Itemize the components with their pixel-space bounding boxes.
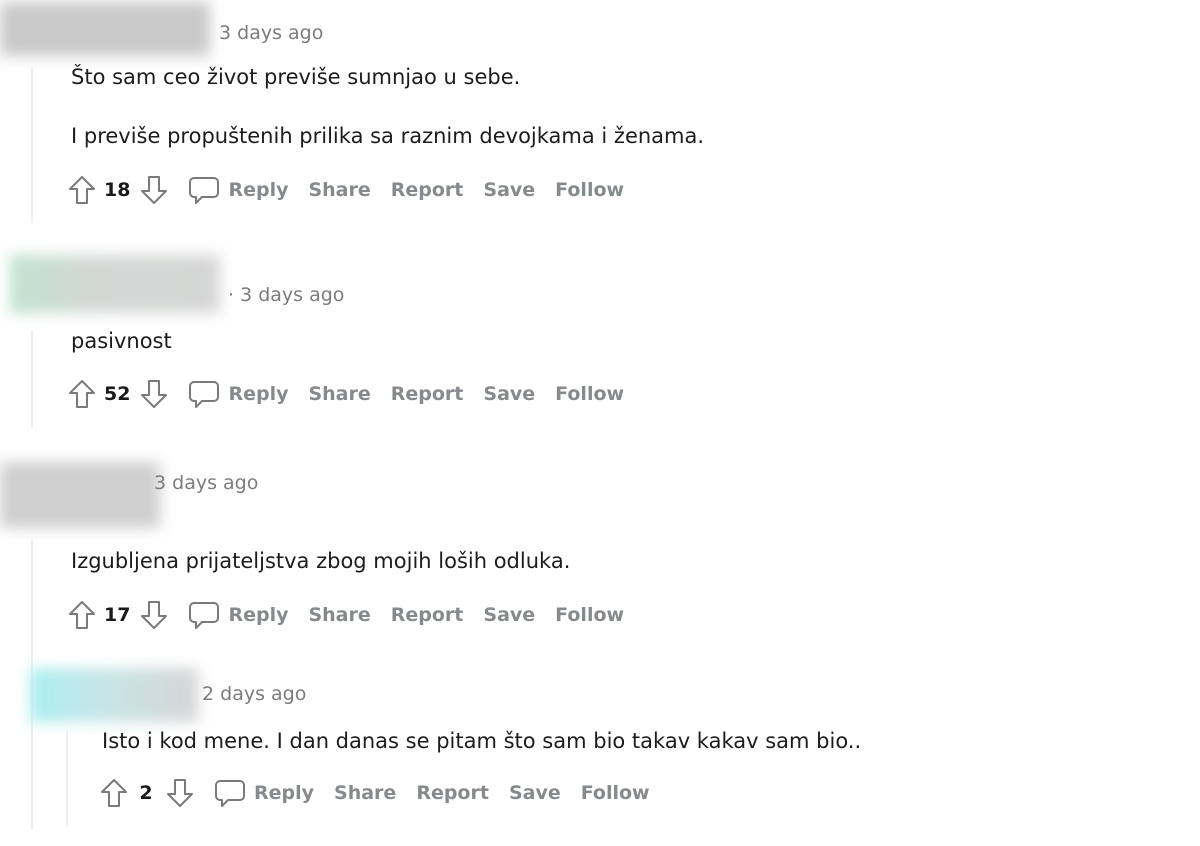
comment-text: Isto i kod mene. I dan danas se pitam št… — [102, 729, 862, 753]
reply-button[interactable]: Reply — [254, 782, 314, 804]
comment-timestamp: 2 days ago — [202, 683, 307, 705]
share-button[interactable]: Share — [334, 782, 396, 804]
arrow-up-icon[interactable] — [64, 170, 100, 210]
arrow-up-icon[interactable] — [64, 595, 100, 635]
comment-timestamp: · 3 days ago — [228, 284, 345, 306]
follow-button[interactable]: Follow — [581, 782, 650, 804]
speech-bubble-icon[interactable] — [186, 595, 222, 635]
arrow-up-icon[interactable] — [96, 773, 132, 813]
arrow-down-icon[interactable] — [162, 773, 198, 813]
reply-button[interactable]: Reply — [228, 604, 288, 626]
redacted-username — [0, 2, 210, 56]
comment-actions: 17 Reply Share Report Save Follow — [64, 595, 644, 635]
arrow-down-icon[interactable] — [136, 374, 172, 414]
follow-button[interactable]: Follow — [555, 383, 624, 405]
comment-text: Izgubljena prijateljstva zbog mojih loši… — [71, 549, 571, 573]
comment-actions: 2 Reply Share Report Save Follow — [96, 773, 670, 813]
arrow-down-icon[interactable] — [136, 170, 172, 210]
comment-text: I previše propuštenih prilika sa raznim … — [71, 124, 705, 148]
save-button[interactable]: Save — [483, 179, 535, 201]
speech-bubble-icon[interactable] — [186, 170, 222, 210]
redacted-username — [10, 255, 220, 313]
speech-bubble-icon[interactable] — [212, 773, 248, 813]
comment-actions: 52 Reply Share Report Save Follow — [64, 374, 644, 414]
speech-bubble-icon[interactable] — [186, 374, 222, 414]
report-button[interactable]: Report — [391, 383, 464, 405]
comment-text: pasivnost — [71, 329, 172, 353]
comment-text: Što sam ceo život previše sumnjao u sebe… — [71, 65, 521, 89]
save-button[interactable]: Save — [483, 383, 535, 405]
thread-line[interactable] — [31, 330, 33, 428]
redacted-username — [30, 668, 198, 722]
report-button[interactable]: Report — [391, 179, 464, 201]
vote-count: 18 — [104, 179, 131, 201]
share-button[interactable]: Share — [308, 604, 370, 626]
vote-count: 17 — [104, 604, 131, 626]
follow-button[interactable]: Follow — [555, 179, 624, 201]
redacted-username — [0, 462, 160, 528]
thread-line[interactable] — [31, 68, 33, 223]
save-button[interactable]: Save — [483, 604, 535, 626]
share-button[interactable]: Share — [308, 179, 370, 201]
report-button[interactable]: Report — [391, 604, 464, 626]
comment-actions: 18 Reply Share Report Save Follow — [64, 170, 644, 210]
comment-timestamp: 3 days ago — [154, 472, 259, 494]
reply-button[interactable]: Reply — [228, 383, 288, 405]
follow-button[interactable]: Follow — [555, 604, 624, 626]
arrow-down-icon[interactable] — [136, 595, 172, 635]
comment-timestamp: 3 days ago — [219, 22, 324, 44]
share-button[interactable]: Share — [308, 383, 370, 405]
vote-count: 52 — [104, 383, 131, 405]
vote-count: 2 — [139, 782, 153, 804]
reply-button[interactable]: Reply — [228, 179, 288, 201]
report-button[interactable]: Report — [416, 782, 489, 804]
thread-line[interactable] — [66, 730, 68, 826]
save-button[interactable]: Save — [509, 782, 561, 804]
arrow-up-icon[interactable] — [64, 374, 100, 414]
